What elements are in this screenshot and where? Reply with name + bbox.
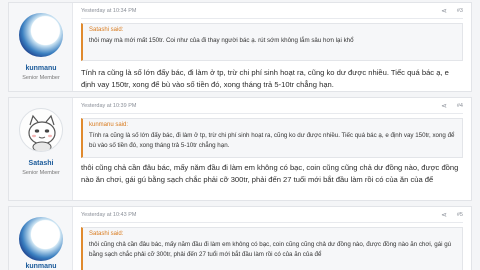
quote-block: Satashi said: thôi cũng chả cần đâu bác,… [81,227,463,270]
user-column: Satashi Senior Member [9,98,73,200]
divider [81,222,463,223]
username[interactable]: Satashi [9,160,73,167]
avatar[interactable] [19,13,63,57]
post-main: Yesterday at 10:34 PM ⋖ #3 Satashi said:… [73,3,471,91]
share-icon[interactable]: ⋖ [441,7,447,15]
quote-text: Tính ra cũng là số lớn đấy bác, đi làm ở… [89,132,455,149]
quote-text: thôi may mà mới mất 150tr. Coi như của đ… [89,37,354,44]
avatar[interactable] [19,217,63,261]
post-5: kunmanu Yesterday at 10:43 PM ⋖ #5 Satas… [8,206,472,270]
quote-author[interactable]: Satashi said: [89,27,456,33]
post-date[interactable]: Yesterday at 10:34 PM [81,8,136,14]
post-date[interactable]: Yesterday at 10:43 PM [81,212,136,218]
post-number[interactable]: #3 [457,8,463,14]
post-3: kunmanu Senior Member Yesterday at 10:34… [8,2,472,92]
post-4: Satashi Senior Member Yesterday at 10:39… [8,97,472,201]
share-icon[interactable]: ⋖ [441,102,447,110]
cat-avatar-icon[interactable] [19,108,63,152]
post-body: thôi cũng chả cần đâu bác, mấy năm đầu đ… [81,163,459,184]
user-column: kunmanu [9,207,73,270]
post-date[interactable]: Yesterday at 10:39 PM [81,103,136,109]
share-icon[interactable]: ⋖ [441,211,447,219]
post-main: Yesterday at 10:39 PM ⋖ #4 kunmanu said:… [73,98,471,200]
post-main: Yesterday at 10:43 PM ⋖ #5 Satashi said:… [73,207,471,270]
post-body: Tính ra cũng là số lớn đấy bác, đi làm ở… [81,68,449,89]
quote-block: Satashi said: thôi may mà mới mất 150tr.… [81,23,463,61]
username[interactable]: kunmanu [9,65,73,72]
user-role: Senior Member [22,75,60,81]
quote-text: thôi cũng chả cần đâu bác, mấy năm đầu đ… [89,241,452,258]
divider [81,18,463,19]
quote-author[interactable]: kunmanu said: [89,122,456,128]
post-meta: Yesterday at 10:39 PM ⋖ #4 [81,102,463,112]
quote-author[interactable]: Satashi said: [89,231,456,237]
quote-block: kunmanu said: Tính ra cũng là số lớn đấy… [81,118,463,158]
user-column: kunmanu Senior Member [9,3,73,91]
post-meta: Yesterday at 10:43 PM ⋖ #5 [81,211,463,221]
username[interactable]: kunmanu [9,263,73,270]
user-role: Senior Member [22,170,60,176]
post-meta: Yesterday at 10:34 PM ⋖ #3 [81,7,463,17]
post-number[interactable]: #4 [457,103,463,109]
post-number[interactable]: #5 [457,212,463,218]
divider [81,113,463,114]
